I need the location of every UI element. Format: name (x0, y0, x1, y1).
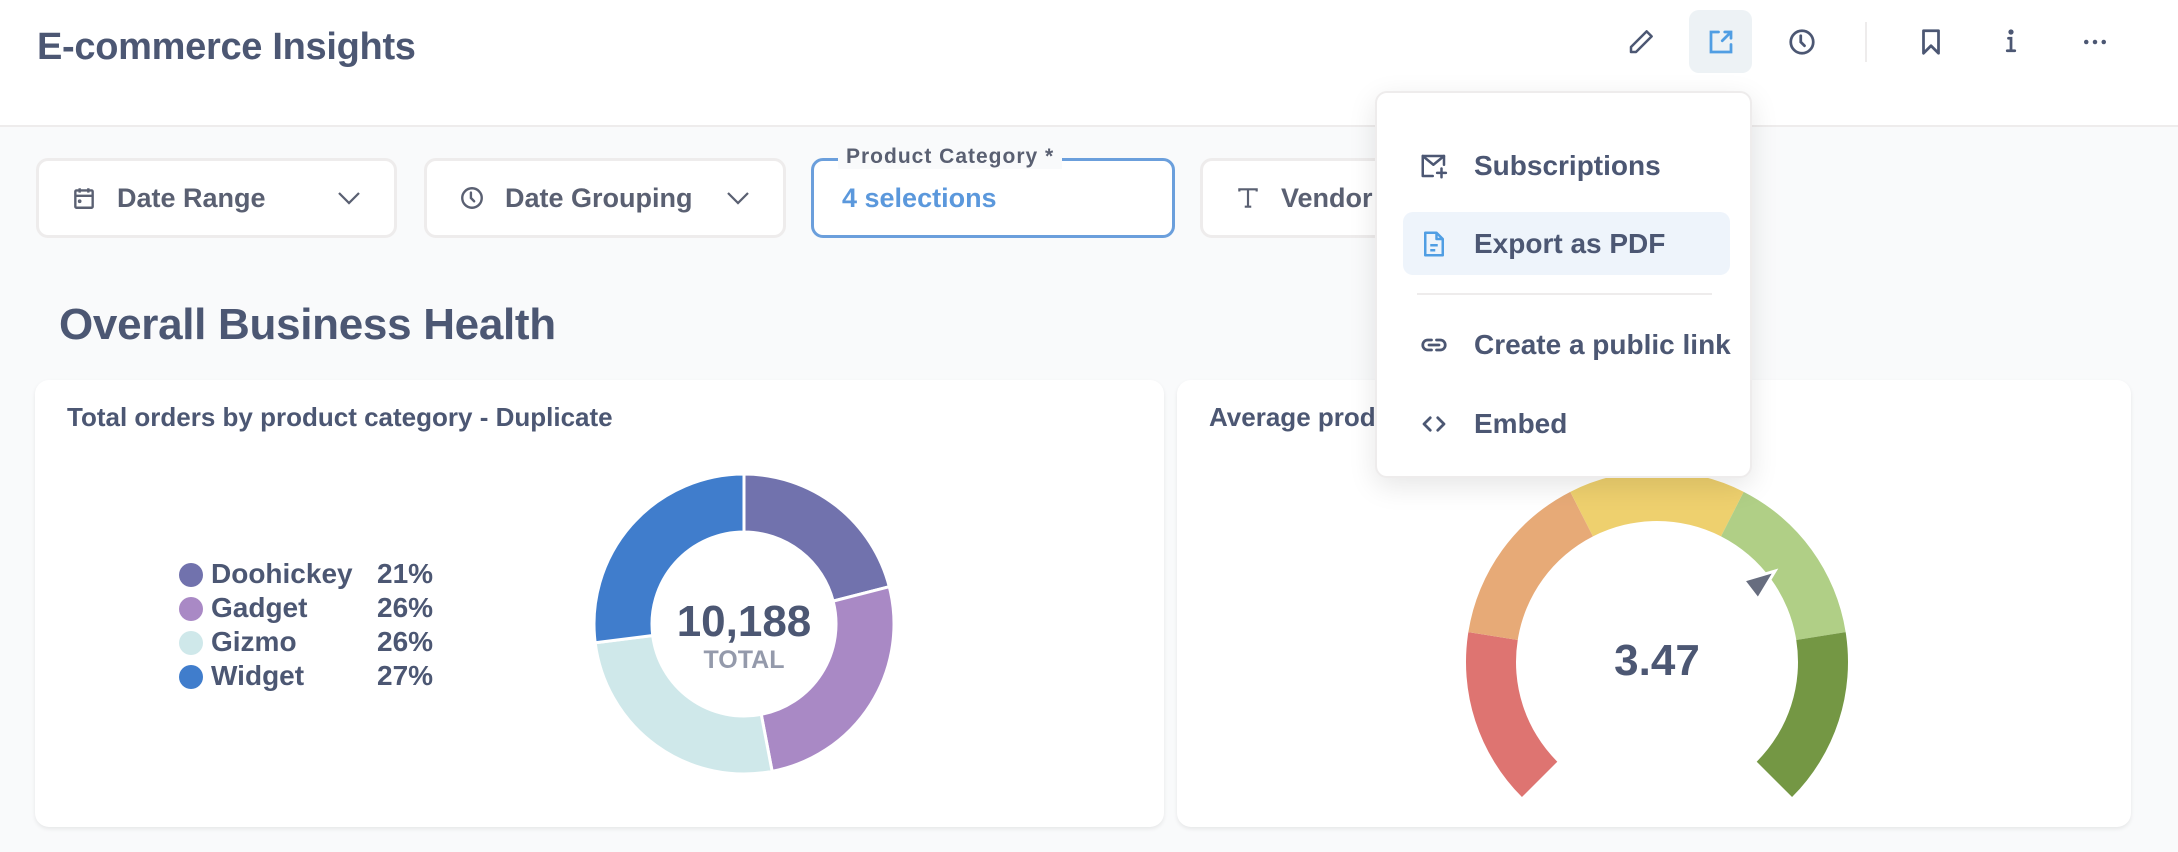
bookmark-button[interactable] (1899, 10, 1962, 73)
menu-divider (1417, 293, 1712, 295)
card-title[interactable]: Total orders by product category - Dupli… (67, 402, 613, 433)
menu-item-public-link[interactable]: Create a public link (1403, 313, 1731, 376)
gauge-segment-3 (1570, 471, 1744, 537)
donut-total-value: 10,188 (677, 597, 812, 646)
menu-item-export-pdf[interactable]: Export as PDF (1403, 212, 1730, 275)
legend-percent: 26% (377, 626, 434, 657)
legend-item[interactable]: Gizmo 26% (179, 626, 479, 660)
header-divider (1865, 22, 1867, 62)
legend-swatch (179, 563, 203, 587)
filter-label: Product Category * (838, 145, 1063, 169)
legend-label: Gadget (211, 592, 308, 623)
legend-percent: 26% (377, 592, 434, 623)
gauge-chart: 3.47 (1466, 471, 1848, 798)
clock-icon (459, 185, 485, 211)
pencil-icon (1629, 29, 1653, 53)
menu-item-label: Subscriptions (1474, 149, 1661, 181)
legend-percent: 21% (377, 558, 434, 589)
dashboard-header: E-commerce Insights (0, 0, 2178, 127)
legend-label: Widget (211, 660, 305, 691)
menu-item-subscriptions[interactable]: Subscriptions (1403, 134, 1730, 197)
more-button[interactable] (2063, 10, 2126, 73)
gauge-segment-5 (1756, 632, 1848, 798)
chart-legend: Doohickey 21% Gadget 26% Gizmo 26% Widge… (179, 558, 479, 694)
gauge-segment-2 (1468, 491, 1593, 640)
gauge-segment-4 (1721, 491, 1846, 640)
share-icon (1709, 30, 1732, 53)
gauge-value: 3.47 (1614, 636, 1700, 685)
link-icon (1419, 330, 1449, 360)
chevron-down-icon (338, 192, 360, 205)
donut-card[interactable]: Total orders by product category - Dupli… (35, 380, 1164, 827)
section-title: Overall Business Health (59, 300, 556, 349)
filter-date-range[interactable]: Date Range (36, 158, 397, 238)
menu-item-label: Embed (1474, 407, 1568, 439)
legend-swatch (179, 665, 203, 689)
filter-label: Vendor (1281, 182, 1373, 213)
sharing-menu: Subscriptions Export as PDF Create a pub… (1375, 91, 1752, 478)
donut-chart: 10,188 TOTAL (594, 474, 894, 774)
donut-slice-doohickey[interactable] (742, 474, 892, 603)
legend-item[interactable]: Widget 27% (179, 660, 479, 694)
calendar-icon (71, 185, 97, 211)
legend-swatch (179, 597, 203, 621)
bookmark-icon (1921, 28, 1940, 55)
legend-item[interactable]: Doohickey 21% (179, 558, 479, 592)
info-button[interactable] (1979, 10, 2042, 73)
filter-product-category[interactable]: Product Category * 4 selections (811, 145, 1175, 238)
dashboard-title[interactable]: E-commerce Insights (37, 26, 416, 69)
filter-value: 4 selections (842, 182, 997, 213)
text-icon (1235, 185, 1261, 211)
history-button[interactable] (1770, 10, 1833, 73)
clock-icon (1788, 28, 1815, 55)
ellipsis-icon (2083, 39, 2106, 44)
gauge-marker (1741, 568, 1779, 602)
sharing-button[interactable] (1689, 10, 1752, 73)
legend-swatch (179, 631, 203, 655)
gauge-segment-1 (1466, 632, 1558, 798)
legend-label: Gizmo (211, 626, 297, 657)
menu-item-label: Export as PDF (1474, 227, 1666, 259)
menu-item-embed[interactable]: Embed (1403, 392, 1730, 455)
filter-label: Date Range (117, 182, 266, 213)
donut-total-label: TOTAL (703, 646, 784, 674)
edit-button[interactable] (1609, 10, 1672, 73)
menu-item-label: Create a public link (1474, 328, 1731, 360)
document-icon (1419, 229, 1449, 259)
chevron-down-icon (727, 192, 749, 205)
legend-label: Doohickey (211, 558, 353, 589)
legend-item[interactable]: Gadget 26% (179, 592, 479, 626)
mail-plus-icon (1419, 151, 1449, 181)
filter-label: Date Grouping (505, 182, 693, 213)
code-icon (1419, 409, 1449, 439)
filter-date-grouping[interactable]: Date Grouping (424, 158, 786, 238)
info-icon (2005, 28, 2016, 52)
legend-percent: 27% (377, 660, 434, 691)
